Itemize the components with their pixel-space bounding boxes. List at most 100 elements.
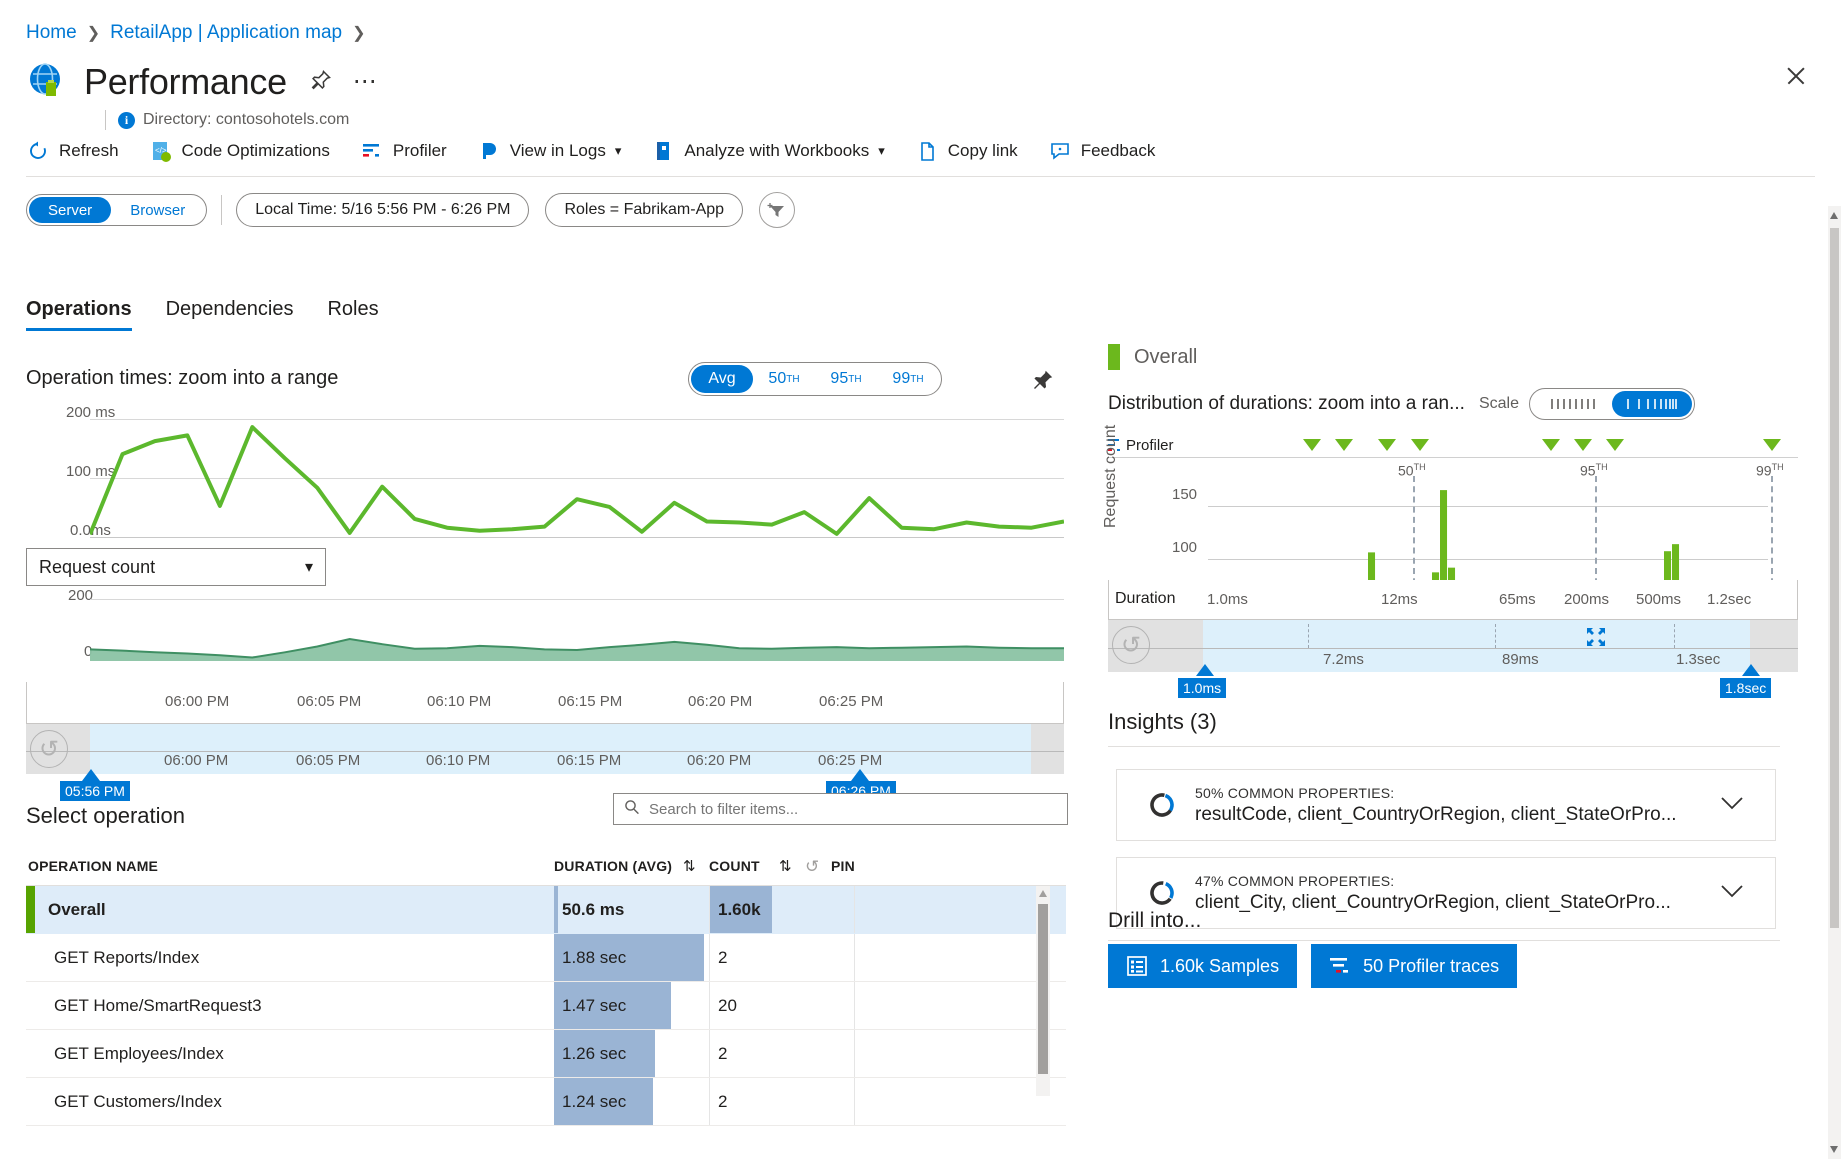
time-tick-3: 06:15 PM bbox=[558, 693, 622, 710]
close-icon[interactable] bbox=[1782, 62, 1810, 90]
scope-toggle: Server Browser bbox=[26, 194, 207, 226]
duration-range-tick-0: 7.2ms bbox=[1323, 651, 1364, 668]
more-options-button[interactable]: ⋯ bbox=[353, 75, 379, 89]
time-range-filter[interactable]: Local Time: 5/16 5:56 PM - 6:26 PM bbox=[236, 193, 529, 227]
table-scrollbar[interactable] bbox=[1036, 886, 1050, 1096]
scroll-up-arrow-icon[interactable] bbox=[1039, 890, 1047, 897]
feedback-button[interactable]: Feedback bbox=[1048, 139, 1156, 163]
chevron-down-icon[interactable] bbox=[1719, 795, 1745, 816]
code-optimizations-button[interactable]: </> Code Optimizations bbox=[149, 139, 330, 163]
table-row[interactable]: Overall50.6 ms1.60k bbox=[26, 886, 1066, 934]
duration-range-selector[interactable]: ↺ 7.2ms 89ms 1.3sec 1.0ms 1.8sec bbox=[1108, 620, 1798, 672]
scope-option-browser[interactable]: Browser bbox=[111, 197, 204, 223]
drill-into-buttons: 1.60k Samples 50 Profiler traces bbox=[1108, 944, 1531, 988]
drill-into-title: Drill into... bbox=[1108, 909, 1201, 933]
analyze-with-workbooks-button[interactable]: Analyze with Workbooks ▾ bbox=[651, 139, 884, 163]
reset-zoom-icon[interactable]: ↺ bbox=[30, 730, 68, 768]
duration-range-tick-1: 89ms bbox=[1502, 651, 1539, 668]
scope-option-server[interactable]: Server bbox=[29, 197, 111, 223]
percentile-50th[interactable]: 50TH bbox=[753, 365, 815, 393]
duration-range-end-label: 1.8sec bbox=[1720, 678, 1771, 698]
page-scrollbar[interactable] bbox=[1828, 206, 1841, 1159]
percentile-95th[interactable]: 95TH bbox=[815, 365, 877, 393]
donut-icon bbox=[1147, 878, 1177, 908]
time-tick-2: 06:10 PM bbox=[427, 693, 491, 710]
insight-card-2[interactable]: 47% COMMON PROPERTIES: client_City, clie… bbox=[1116, 857, 1776, 929]
duration-reset-zoom-icon[interactable]: ↺ bbox=[1112, 626, 1150, 664]
range-handle-end[interactable] bbox=[851, 769, 869, 781]
search-filter-box[interactable] bbox=[613, 793, 1068, 825]
tab-roles[interactable]: Roles bbox=[327, 298, 378, 331]
search-input[interactable] bbox=[647, 800, 1057, 819]
operation-times-line bbox=[90, 412, 1064, 544]
profiler-label: Profiler bbox=[1126, 437, 1174, 454]
sort-icon-duration[interactable]: ⇅ bbox=[683, 857, 696, 875]
percentile-99th[interactable]: 99TH bbox=[877, 365, 939, 393]
samples-button[interactable]: 1.60k Samples bbox=[1108, 944, 1297, 988]
breadcrumb-resource[interactable]: RetailApp | Application map bbox=[110, 22, 342, 44]
column-duration[interactable]: DURATION (AVG) bbox=[554, 858, 672, 874]
hist-y-tick-150: 150 bbox=[1172, 486, 1197, 503]
metric-select-value: Request count bbox=[39, 557, 155, 578]
operation-times-chart[interactable]: 200 ms 100 ms 0.0ms bbox=[26, 412, 1064, 544]
duration-handle-start[interactable] bbox=[1196, 664, 1214, 676]
log-scale-icon[interactable] bbox=[1612, 391, 1692, 417]
percentile-avg[interactable]: Avg bbox=[691, 365, 753, 393]
breadcrumb-home[interactable]: Home bbox=[26, 22, 77, 44]
insight-card-1[interactable]: 50% COMMON PROPERTIES: resultCode, clien… bbox=[1116, 769, 1776, 841]
roles-filter[interactable]: Roles = Fabrikam-App bbox=[545, 193, 743, 227]
chevron-down-icon[interactable] bbox=[1719, 883, 1745, 904]
tab-dependencies[interactable]: Dependencies bbox=[166, 298, 294, 331]
sort-icon-count[interactable]: ⇅ bbox=[779, 857, 792, 875]
pin-chart-icon[interactable] bbox=[1030, 367, 1056, 398]
feedback-icon bbox=[1048, 139, 1072, 163]
copy-link-button[interactable]: Copy link bbox=[915, 139, 1018, 163]
time-tick-5: 06:25 PM bbox=[819, 693, 883, 710]
donut-icon bbox=[1147, 790, 1177, 820]
collapse-icon[interactable] bbox=[1585, 626, 1607, 653]
search-icon bbox=[624, 799, 640, 820]
tab-operations[interactable]: Operations bbox=[26, 298, 132, 331]
duration-handle-end[interactable] bbox=[1742, 664, 1760, 676]
title-row: Performance ⋯ bbox=[26, 60, 379, 104]
operation-name-cell: GET Customers/Index bbox=[54, 1092, 222, 1112]
metric-select[interactable]: Request count ▾ bbox=[26, 548, 326, 586]
scroll-up-arrow-icon[interactable] bbox=[1830, 212, 1838, 219]
range-tick-4: 06:20 PM bbox=[687, 752, 751, 769]
scroll-thumb[interactable] bbox=[1038, 904, 1048, 1074]
histogram-y-axis-label: Request count bbox=[1102, 425, 1120, 528]
table-row[interactable]: GET Reports/Index1.88 sec2 bbox=[26, 934, 1066, 982]
table-row[interactable]: GET Employees/Index1.26 sec2 bbox=[26, 1030, 1066, 1078]
refresh-button[interactable]: Refresh bbox=[26, 139, 119, 163]
duration-bar bbox=[554, 886, 558, 933]
percentile-toggle: Avg 50TH 95TH 99TH bbox=[688, 362, 942, 396]
duration-tick-4: 500ms bbox=[1636, 591, 1681, 608]
view-in-logs-label: View in Logs bbox=[510, 141, 606, 161]
profiler-traces-button[interactable]: 50 Profiler traces bbox=[1311, 944, 1517, 988]
pin-icon[interactable] bbox=[309, 68, 333, 97]
time-range-selector[interactable]: ↺ 06:00 PM 06:05 PM 06:10 PM 06:15 PM 06… bbox=[26, 724, 1064, 774]
samples-icon bbox=[1126, 955, 1148, 977]
duration-selected-range[interactable] bbox=[1203, 620, 1750, 672]
page-scroll-thumb[interactable] bbox=[1830, 228, 1839, 928]
pin-reset-icon[interactable]: ↺ bbox=[805, 857, 819, 877]
view-in-logs-button[interactable]: View in Logs ▾ bbox=[477, 139, 622, 163]
table-row[interactable]: GET Home/SmartRequest31.47 sec20 bbox=[26, 982, 1066, 1030]
profiler-traces-icon bbox=[1329, 955, 1351, 977]
breadcrumb-separator-icon-2: ❯ bbox=[352, 23, 365, 43]
add-filter-icon[interactable] bbox=[759, 192, 795, 228]
range-handle-start[interactable] bbox=[82, 769, 100, 781]
scroll-down-arrow-icon[interactable] bbox=[1830, 1146, 1838, 1153]
table-row[interactable]: GET Customers/Index1.24 sec2 bbox=[26, 1078, 1066, 1126]
command-bar: Refresh </> Code Optimizations Profiler … bbox=[26, 133, 1185, 169]
column-operation-name[interactable]: OPERATION NAME bbox=[28, 858, 158, 874]
count-cell: 2 bbox=[709, 934, 854, 981]
breadcrumb: Home ❯ RetailApp | Application map ❯ bbox=[26, 22, 376, 44]
linear-scale-icon[interactable] bbox=[1532, 391, 1612, 417]
time-tick-0: 06:00 PM bbox=[165, 693, 229, 710]
profiler-button[interactable]: Profiler bbox=[360, 139, 447, 163]
column-count[interactable]: COUNT bbox=[709, 858, 760, 874]
count-cell: 1.60k bbox=[709, 886, 854, 933]
copy-link-label: Copy link bbox=[948, 141, 1018, 161]
request-count-chart[interactable]: 200 0 bbox=[26, 591, 1064, 683]
